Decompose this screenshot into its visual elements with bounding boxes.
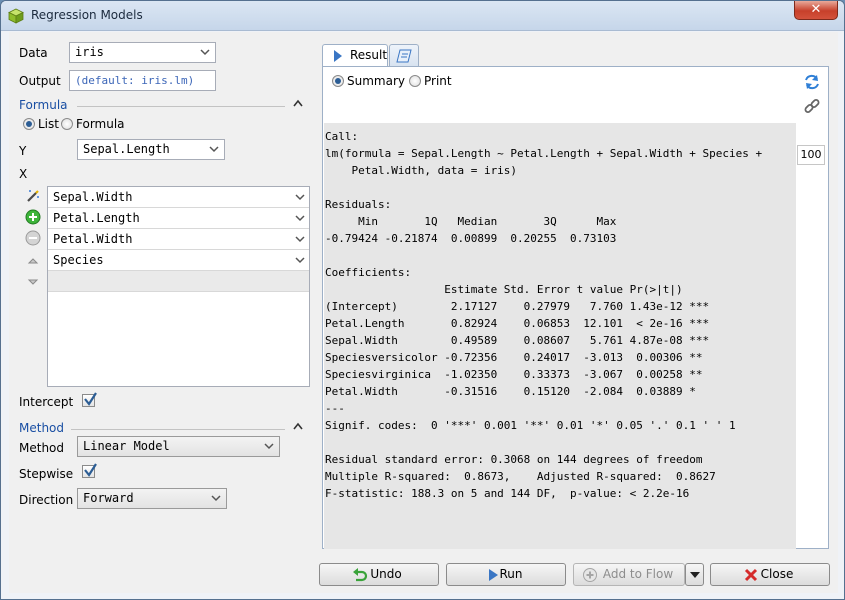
script-icon [396, 49, 412, 63]
regression-models-window: Regression Models ✕ Data iris Output (de… [0, 0, 845, 600]
x-variable-row[interactable]: Sepal.Width [48, 187, 309, 208]
mode-list-radio[interactable] [23, 118, 35, 130]
move-up-icon[interactable] [25, 253, 41, 269]
intercept-checkbox[interactable] [82, 392, 97, 407]
direction-label: Direction [19, 493, 74, 507]
output-field[interactable]: (default: iris.lm) [69, 70, 216, 91]
x-variable-value: Sepal.Width [53, 190, 133, 204]
run-button[interactable]: Run [446, 563, 566, 586]
chevron-down-icon [211, 495, 221, 502]
method-select-value: Linear Model [83, 439, 170, 453]
method-label: Method [19, 441, 65, 455]
x-variable-empty-row[interactable] [48, 271, 309, 292]
data-select-value: iris [75, 45, 104, 59]
x-variable-value: Species [53, 253, 104, 267]
chevron-down-icon [295, 215, 305, 222]
cube-icon [8, 8, 24, 24]
result-text: Call: lm(formula = Sepal.Length ~ Petal.… [325, 130, 763, 500]
x-variable-list[interactable]: Sepal.Width Petal.Length Petal.Width Spe… [47, 186, 310, 387]
magic-wand-icon[interactable] [25, 188, 41, 204]
chevron-down-icon [690, 572, 700, 578]
play-icon [334, 50, 342, 62]
move-down-icon[interactable] [25, 274, 41, 290]
y-select-value: Sepal.Length [83, 142, 170, 156]
intercept-label: Intercept [19, 395, 74, 409]
add-icon[interactable] [25, 209, 41, 225]
chevron-down-icon [264, 443, 274, 450]
mode-list-label: List [38, 117, 59, 131]
data-label: Data [19, 46, 48, 60]
mode-formula-label: Formula [76, 117, 125, 131]
add-circle-icon [583, 568, 597, 582]
mode-formula-radio[interactable] [61, 118, 73, 130]
checkmark-icon [84, 392, 97, 406]
view-print-radio[interactable] [409, 75, 421, 87]
dialog-content: Data iris Output (default: iris.lm) Form… [9, 32, 838, 593]
chevron-down-icon [295, 194, 305, 201]
x-variable-value: Petal.Width [53, 232, 133, 246]
method-select[interactable]: Linear Model [77, 436, 280, 457]
collapse-formula-icon[interactable] [293, 99, 303, 107]
tab-result-label: Result [350, 48, 388, 62]
view-summary-label: Summary [347, 74, 405, 88]
window-close-button[interactable]: ✕ [794, 1, 838, 20]
add-to-flow-label: Add to Flow [602, 567, 674, 581]
undo-icon [353, 568, 368, 582]
output-label: Output [19, 74, 61, 88]
play-icon [489, 569, 498, 581]
tab-result[interactable]: Result [322, 44, 388, 66]
close-icon [744, 568, 758, 582]
direction-select-value: Forward [83, 491, 134, 505]
direction-select[interactable]: Forward [77, 488, 227, 509]
formula-section-divider [77, 106, 285, 107]
chevron-down-icon [209, 146, 219, 153]
method-section-title: Method [19, 421, 65, 435]
x-variable-row[interactable]: Petal.Length [48, 208, 309, 229]
stepwise-label: Stepwise [19, 467, 74, 481]
stepwise-checkbox[interactable] [82, 463, 97, 478]
close-icon: ✕ [810, 2, 822, 17]
refresh-icon[interactable] [803, 73, 821, 91]
close-button[interactable]: Close [710, 563, 830, 586]
x-variable-row[interactable]: Petal.Width [48, 229, 309, 250]
digits-value: 100 [800, 148, 822, 161]
remove-icon[interactable] [25, 230, 41, 246]
checkmark-icon [84, 463, 97, 477]
x-variable-row[interactable]: Species [48, 250, 309, 271]
formula-section-title: Formula [19, 98, 68, 112]
view-print-label: Print [424, 74, 452, 88]
undo-button[interactable]: Undo [319, 563, 439, 586]
x-label: X [19, 167, 28, 181]
x-variable-value: Petal.Length [53, 211, 140, 225]
chevron-down-icon [295, 236, 305, 243]
add-to-flow-dropdown-button[interactable] [685, 563, 704, 586]
collapse-method-icon[interactable] [293, 422, 303, 430]
chevron-down-icon [200, 49, 210, 56]
method-section-divider [71, 429, 285, 430]
window-title: Regression Models [31, 8, 143, 22]
output-field-placeholder: (default: iris.lm) [75, 74, 195, 87]
link-icon[interactable] [803, 97, 821, 115]
title-bar[interactable]: Regression Models ✕ [1, 1, 844, 31]
digits-field[interactable]: 100 [797, 145, 825, 165]
add-to-flow-button[interactable]: Add to Flow [573, 563, 685, 586]
result-panel: Summary Print 100 Call: lm(formula = Sep… [322, 66, 829, 549]
data-select[interactable]: iris [69, 42, 216, 63]
chevron-down-icon [295, 257, 305, 264]
y-label: Y [19, 144, 27, 158]
y-select[interactable]: Sepal.Length [77, 139, 225, 160]
tab-script[interactable] [389, 44, 419, 66]
view-summary-radio[interactable] [332, 75, 344, 87]
result-output: Call: lm(formula = Sepal.Length ~ Petal.… [324, 123, 796, 549]
